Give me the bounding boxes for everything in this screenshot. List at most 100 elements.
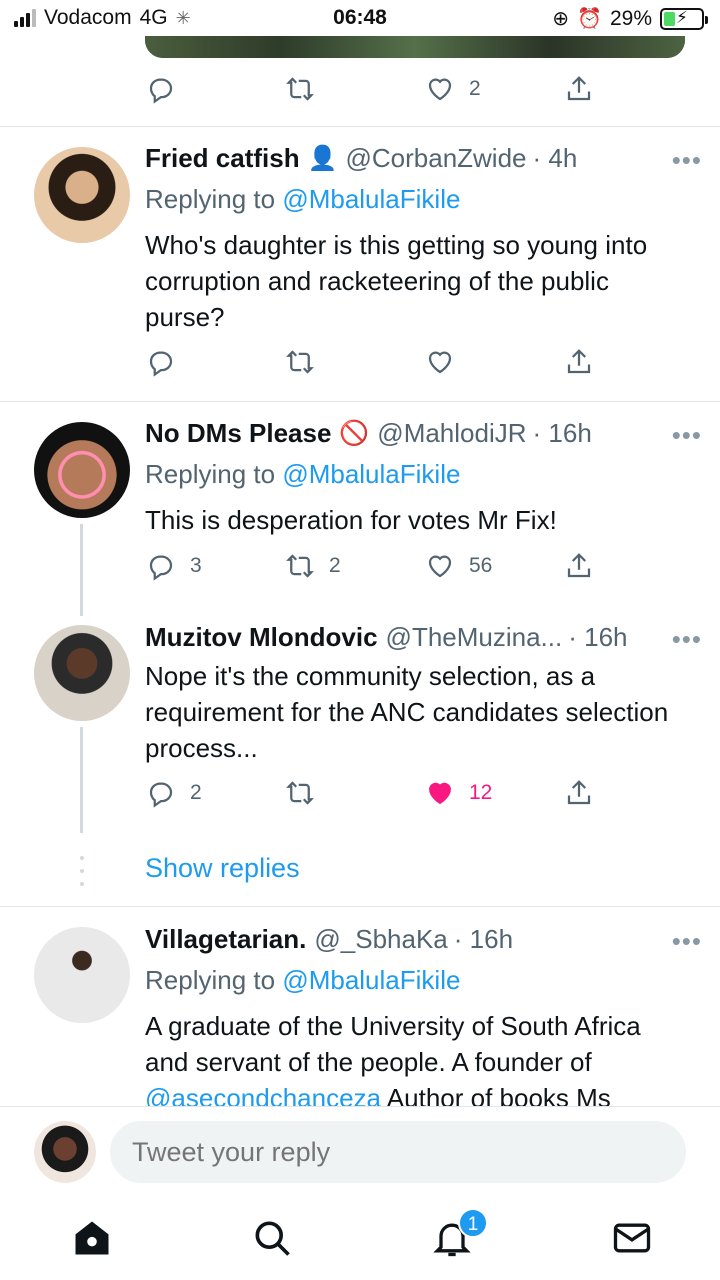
display-name[interactable]: Fried catfish (145, 143, 300, 174)
more-options-icon[interactable]: ••• (672, 145, 702, 176)
tweet-header: Muzitov Mlondovic @TheMuzina... · 16h (145, 622, 628, 653)
reply-button[interactable]: 3 (146, 551, 202, 581)
tweet-text: Who's daughter is this getting so young … (145, 230, 648, 332)
tweet-text-line: A graduate of the University of South Af… (145, 1011, 641, 1041)
replying-to-prefix: Replying to (145, 184, 283, 214)
avatar[interactable] (34, 1121, 96, 1183)
like-button[interactable]: 56 (425, 551, 492, 581)
tweet-header: Villagetarian. @_SbhaKa · 16h (145, 924, 513, 955)
no-entry-emoji-icon: 🚫 (339, 420, 370, 447)
divider (0, 401, 720, 402)
retweet-button[interactable] (285, 778, 315, 808)
avatar[interactable] (34, 927, 130, 1023)
avatar[interactable] (34, 422, 130, 518)
tweet-reply-input[interactable] (110, 1121, 686, 1183)
reply-icon (149, 782, 173, 808)
thread-dots-icon (78, 856, 86, 886)
notification-badge: 1 (458, 1208, 488, 1238)
heart-icon (428, 555, 452, 578)
home-icon (75, 1221, 109, 1255)
share-button[interactable] (564, 778, 594, 808)
retweet-icon (286, 554, 314, 578)
battery-percent: 29% (609, 6, 652, 30)
share-icon (567, 780, 591, 805)
share-icon (567, 349, 591, 374)
display-name[interactable]: Muzitov Mlondovic (145, 622, 378, 653)
tweet-text-line: @asecondchanceza Author of books Ms (145, 1080, 695, 1106)
handle[interactable]: @_SbhaKa (314, 924, 447, 955)
thread-line (80, 727, 83, 833)
like-button[interactable]: 12 (425, 778, 492, 808)
retweet-icon (286, 77, 314, 101)
avatar[interactable] (34, 147, 130, 243)
display-name[interactable]: No DMs Please (145, 418, 331, 449)
timestamp: · 16h (453, 924, 514, 954)
timestamp: · 16h (568, 622, 628, 652)
reply-button[interactable] (146, 74, 176, 104)
more-options-icon[interactable]: ••• (672, 420, 702, 451)
share-button[interactable] (564, 551, 594, 581)
more-options-icon[interactable]: ••• (672, 926, 702, 957)
replying-to-handle[interactable]: @MbalulaFikile (282, 184, 460, 214)
retweet-icon (286, 350, 314, 374)
tweet-text: This is desperation for votes Mr Fix! (145, 505, 557, 535)
bust-emoji-icon: 👤 (307, 145, 338, 172)
show-replies-link[interactable]: Show replies (145, 853, 300, 884)
handle[interactable]: @CorbanZwide (345, 143, 526, 174)
mention-link[interactable]: @asecondchanceza (145, 1083, 381, 1106)
tweet-text: Nope it's the community selection, as a … (145, 661, 669, 763)
replying-to: Replying to @MbalulaFikile (145, 459, 460, 490)
tweet-text-line-rest: Author of books Ms (381, 1083, 611, 1106)
retweet-button[interactable] (285, 74, 315, 104)
timestamp: · 4h (532, 143, 578, 173)
display-name[interactable]: Villagetarian. (145, 924, 306, 955)
tab-home[interactable] (70, 1216, 114, 1260)
tweet-text-line: and servant of the people. A founder of (145, 1047, 592, 1077)
retweet-count: 2 (329, 554, 341, 577)
reply-icon (149, 78, 173, 104)
like-count: 2 (469, 77, 481, 100)
like-button[interactable]: 2 (425, 74, 481, 104)
tab-search[interactable] (250, 1216, 294, 1260)
timestamp: · 16h (532, 418, 592, 448)
heart-filled-icon (429, 782, 451, 805)
replying-to-handle[interactable]: @MbalulaFikile (282, 965, 460, 995)
alarm-icon: ⏰ (577, 8, 602, 30)
thread-line (80, 524, 83, 616)
divider (0, 906, 720, 907)
avatar[interactable] (34, 625, 130, 721)
divider (0, 126, 720, 127)
search-icon (255, 1221, 290, 1256)
handle[interactable]: @MahlodiJR (377, 418, 526, 449)
tweet-text: A graduate of the University of South Af… (145, 1008, 695, 1106)
replying-to-prefix: Replying to (145, 965, 283, 995)
replying-to: Replying to @MbalulaFikile (145, 965, 460, 996)
replying-to-handle[interactable]: @MbalulaFikile (282, 459, 460, 489)
replying-to-prefix: Replying to (145, 459, 283, 489)
tab-messages[interactable] (610, 1216, 654, 1260)
like-button[interactable] (425, 347, 455, 377)
like-count: 56 (469, 554, 493, 577)
retweet-button[interactable] (285, 347, 315, 377)
share-icon (567, 553, 591, 578)
share-icon (567, 76, 591, 101)
share-button[interactable] (564, 347, 594, 377)
mail-icon (613, 1223, 651, 1253)
status-bar: Vodacom 4G ✳ 06:48 ⊕ ⏰ 29% ⚡ (0, 0, 720, 36)
reply-icon (149, 555, 173, 581)
reply-icon (149, 351, 173, 377)
like-count: 12 (469, 781, 493, 804)
tweet-header: No DMs Please 🚫 @MahlodiJR · 16h (145, 418, 592, 449)
more-options-icon[interactable]: ••• (672, 624, 702, 655)
reply-button[interactable] (146, 347, 176, 377)
bottom-tab-bar (0, 1196, 720, 1280)
battery-icon: ⚡ (660, 7, 708, 30)
replying-to: Replying to @MbalulaFikile (145, 184, 460, 215)
reply-composer (0, 1106, 720, 1196)
handle[interactable]: @TheMuzina... (386, 622, 563, 653)
retweet-button[interactable]: 2 (285, 551, 341, 581)
heart-icon (428, 78, 452, 101)
reply-count: 2 (190, 781, 202, 804)
reply-button[interactable]: 2 (146, 778, 202, 808)
share-button[interactable] (564, 74, 594, 104)
